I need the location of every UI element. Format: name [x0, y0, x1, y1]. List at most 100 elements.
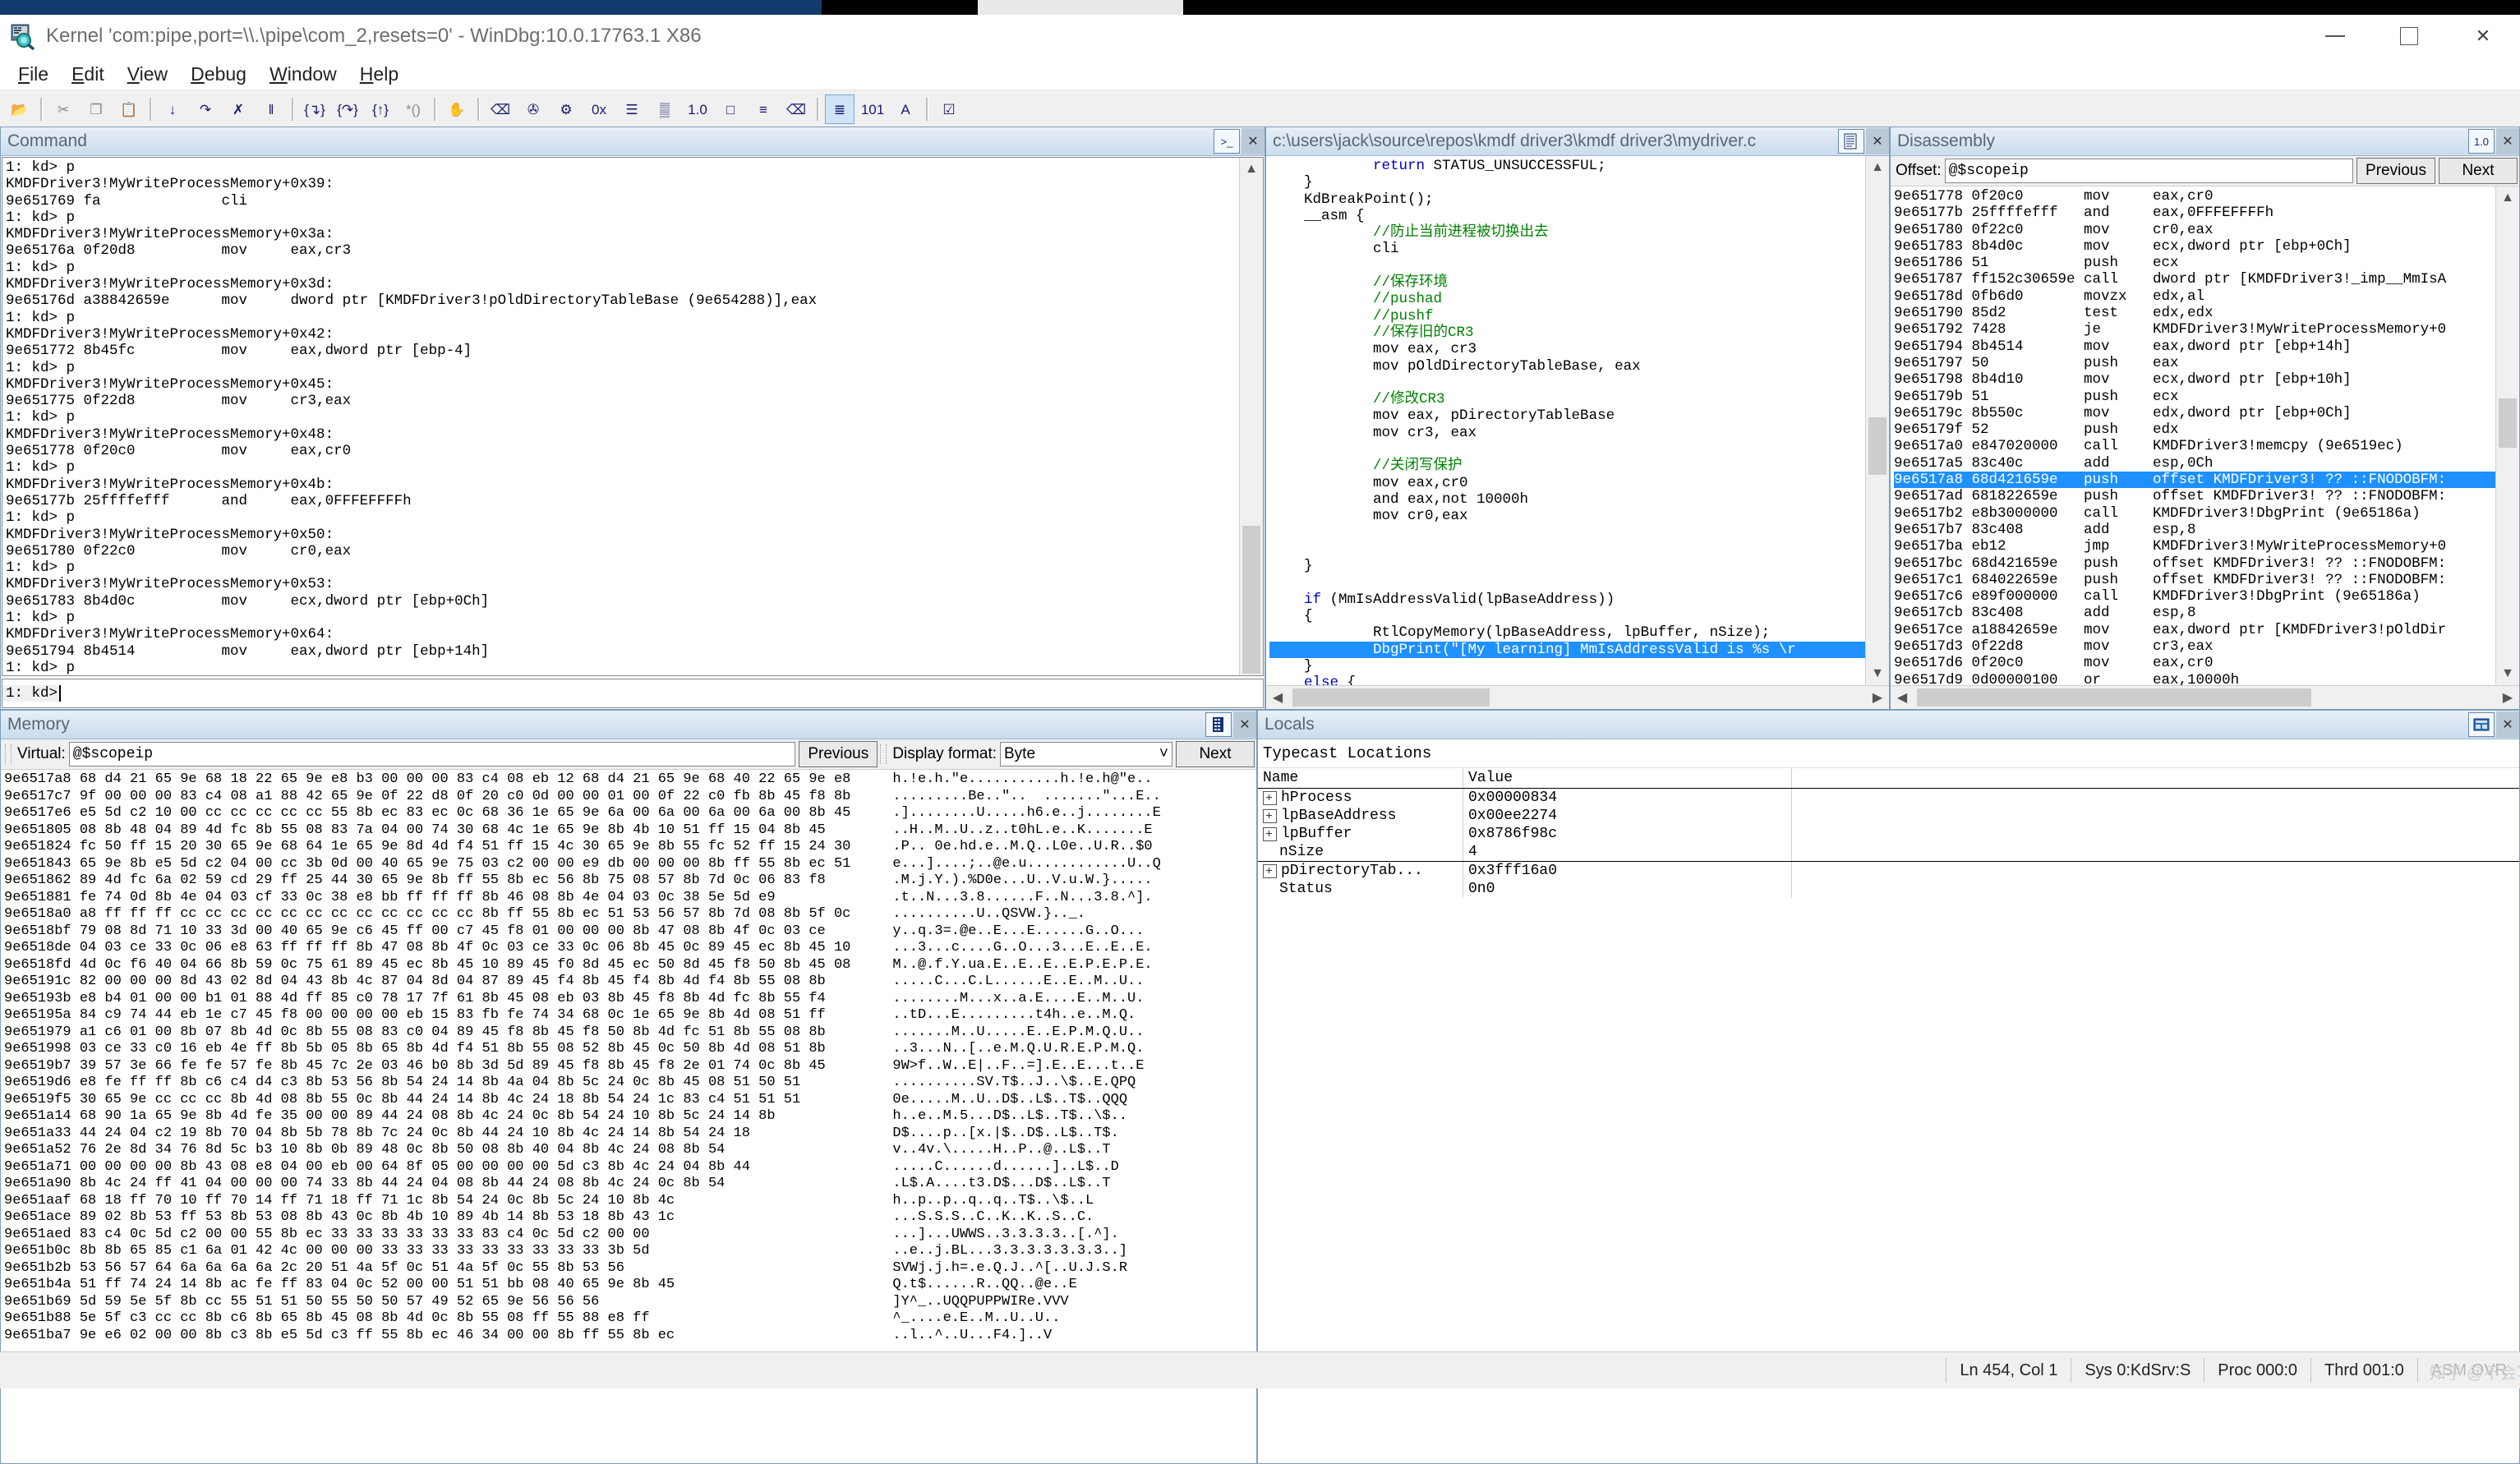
- command-vertical-scrollbar[interactable]: ▲ ▼: [1239, 158, 1263, 675]
- command-browser-icon[interactable]: ⌫: [781, 94, 811, 124]
- source-scroll-track[interactable]: [1866, 179, 1889, 662]
- scroll-up-icon[interactable]: ▲: [1240, 158, 1263, 181]
- watch-window-icon[interactable]: ✇: [518, 94, 548, 124]
- disassembly-hscroll-track[interactable]: [1914, 686, 2496, 709]
- command-prompt-icon[interactable]: >_: [1214, 129, 1240, 154]
- source-line[interactable]: RtlCopyMemory(lpBaseAddress, lpBuffer, n…: [1269, 624, 1865, 641]
- source-line[interactable]: KdBreakPoint();: [1269, 191, 1865, 208]
- source-line[interactable]: [1269, 375, 1865, 391]
- scroll-right-icon[interactable]: ▶: [1866, 686, 1889, 709]
- source-line[interactable]: //关闭写保护: [1269, 458, 1865, 474]
- font-icon[interactable]: A: [891, 94, 920, 124]
- disassembly-line[interactable]: 9e65179f 52 push edx: [1894, 421, 2495, 438]
- assembly-mode-icon[interactable]: 101: [858, 94, 887, 124]
- disassembly-pane-close-icon[interactable]: ✕: [2496, 128, 2519, 154]
- processes-window-icon[interactable]: ≡: [749, 94, 778, 124]
- source-line[interactable]: //防止当前进程被切换出去: [1269, 224, 1865, 241]
- disassembly-vertical-scrollbar[interactable]: ▲ ▼: [2495, 186, 2519, 685]
- menu-help[interactable]: Help: [348, 60, 410, 89]
- disassembly-line[interactable]: 9e6517b7 83c408 add esp,8: [1894, 522, 2495, 538]
- display-format-select[interactable]: Byte ˅: [1000, 742, 1172, 767]
- source-horizontal-scrollbar[interactable]: ◀ ▶: [1266, 685, 1889, 709]
- source-line[interactable]: mov cr0,eax: [1269, 508, 1865, 524]
- disassembly-line[interactable]: 9e6517bc 68d421659e push offset KMDFDriv…: [1894, 555, 2495, 572]
- trace-out-icon[interactable]: {↑}: [366, 94, 395, 124]
- menu-debug[interactable]: Debug: [179, 60, 258, 89]
- disassembly-scroll-thumb[interactable]: [2499, 398, 2517, 448]
- disassembly-line[interactable]: 9e651797 50 push eax: [1894, 355, 2495, 371]
- source-hscroll-track[interactable]: [1289, 686, 1866, 709]
- locals-row[interactable]: lpBuffer 0x8786f98c: [1258, 825, 2519, 843]
- disassembly-line[interactable]: 9e6517ce a18842659e mov eax,dword ptr [K…: [1894, 622, 2495, 638]
- source-line[interactable]: return STATUS_UNSUCCESSFUL;: [1269, 158, 1865, 174]
- close-button[interactable]: ✕: [2446, 15, 2520, 58]
- disassembly-line[interactable]: 9e651778 0f20c0 mov eax,cr0: [1894, 188, 2495, 205]
- source-line[interactable]: [1269, 574, 1865, 591]
- step-over-icon[interactable]: ↷: [191, 94, 220, 124]
- scroll-left-icon[interactable]: ◀: [1891, 686, 1914, 709]
- source-line[interactable]: mov eax,cr0: [1269, 475, 1865, 491]
- expand-icon[interactable]: [1263, 808, 1277, 823]
- memory-previous-button[interactable]: Previous: [799, 741, 878, 767]
- command-scroll-thumb[interactable]: [1242, 526, 1260, 674]
- source-line[interactable]: [1269, 258, 1865, 274]
- source-line[interactable]: }: [1269, 558, 1865, 574]
- disassembly-line[interactable]: 9e65179c 8b550c mov edx,dword ptr [ebp+0…: [1894, 405, 2495, 421]
- source-line[interactable]: __asm {: [1269, 208, 1865, 224]
- trace-into-icon[interactable]: {↴}: [300, 94, 329, 124]
- source-file-icon[interactable]: [1838, 129, 1864, 154]
- command-input-row[interactable]: 1: kd>: [2, 679, 1264, 708]
- source-line[interactable]: [1269, 441, 1865, 458]
- disassembly-hscroll-thumb[interactable]: [1917, 688, 2311, 707]
- disassembly-line[interactable]: 9e6517ad 681822659e push offset KMDFDriv…: [1894, 488, 2495, 504]
- memory-pane-close-icon[interactable]: ✕: [1233, 711, 1256, 738]
- run-to-cursor-icon[interactable]: ‖: [256, 94, 286, 124]
- source-line[interactable]: //保存旧的CR3: [1269, 325, 1865, 341]
- locals-icon[interactable]: [2468, 712, 2495, 737]
- source-hscroll-thumb[interactable]: [1292, 688, 1490, 707]
- locals-row[interactable]: pDirectoryTab... 0x3fff16a0: [1258, 862, 2519, 880]
- scroll-left-icon[interactable]: ◀: [1266, 686, 1289, 709]
- disassembly-line[interactable]: 9e651787 ff152c30659e call dword ptr [KM…: [1894, 271, 2495, 288]
- trace-over-icon[interactable]: {↷}: [333, 94, 362, 124]
- source-line[interactable]: //pushad: [1269, 291, 1865, 307]
- expand-icon[interactable]: [1263, 863, 1277, 878]
- disassembly-line[interactable]: 9e6517a8 68d421659e push offset KMDFDriv…: [1894, 472, 2495, 489]
- disassembly-line[interactable]: 9e6517d9 0d00000100 or eax,10000h: [1894, 672, 2495, 685]
- source-line[interactable]: //pushf: [1269, 308, 1865, 325]
- command-scroll-track[interactable]: [1240, 181, 1263, 674]
- options-icon[interactable]: ☑: [934, 94, 964, 124]
- source-line[interactable]: else {: [1269, 674, 1865, 685]
- source-line[interactable]: }: [1269, 658, 1865, 674]
- disassembly-line[interactable]: 9e6517c6 e89f000000 call KMDFDriver3!Dbg…: [1894, 588, 2495, 605]
- scroll-up-icon[interactable]: ▲: [2496, 186, 2519, 209]
- scroll-right-icon[interactable]: ▶: [2496, 686, 2519, 709]
- registers-window-icon[interactable]: 0x: [584, 94, 614, 124]
- source-line[interactable]: //保存环境: [1269, 274, 1865, 291]
- source-line[interactable]: mov eax, pDirectoryTableBase: [1269, 407, 1865, 424]
- locals-row[interactable]: Status 0n0: [1258, 880, 2519, 898]
- disassembly-line[interactable]: 9e65177b 25ffffefff and eax,0FFFEFFFFh: [1894, 205, 2495, 221]
- disassembly-line[interactable]: 9e6517a0 e847020000 call KMDFDriver3!mem…: [1894, 438, 2495, 454]
- source-line[interactable]: [1269, 525, 1865, 541]
- disassembly-previous-button[interactable]: Previous: [2356, 158, 2435, 184]
- memory-toolbar-grip[interactable]: [5, 744, 12, 764]
- disassembly-line[interactable]: 9e6517a5 83c40c add esp,0Ch: [1894, 455, 2495, 472]
- memory-next-button[interactable]: Next: [1176, 741, 1255, 767]
- source-pane-close-icon[interactable]: ✕: [1866, 128, 1889, 154]
- source-vertical-scrollbar[interactable]: ▲ ▼: [1865, 156, 1889, 685]
- disassembly-window-icon[interactable]: 1.0: [683, 94, 712, 124]
- source-line[interactable]: DbgPrint("[My learning] MmIsAddressValid…: [1269, 641, 1865, 658]
- disassembly-next-button[interactable]: Next: [2439, 158, 2518, 184]
- source-line[interactable]: mov pOldDirectoryTableBase, eax: [1269, 358, 1865, 375]
- call-stack-window-icon[interactable]: ▒: [650, 94, 680, 124]
- source-line[interactable]: cli: [1269, 241, 1865, 257]
- open-file-icon[interactable]: 📂: [5, 94, 35, 124]
- command-pane-close-icon[interactable]: ✕: [1242, 128, 1265, 154]
- maximize-button[interactable]: [2372, 15, 2446, 58]
- command-output-area[interactable]: 1: kd> p KMDFDriver3!MyWriteProcessMemory…: [2, 157, 1264, 676]
- memory-icon[interactable]: [1205, 712, 1232, 737]
- virtual-address-input[interactable]: @$scopeip: [68, 742, 796, 767]
- disassembly-line[interactable]: 9e651780 0f22c0 mov cr0,eax: [1894, 222, 2495, 238]
- disassembly-line[interactable]: 9e651792 7428 je KMDFDriver3!MyWriteProc…: [1894, 321, 2495, 338]
